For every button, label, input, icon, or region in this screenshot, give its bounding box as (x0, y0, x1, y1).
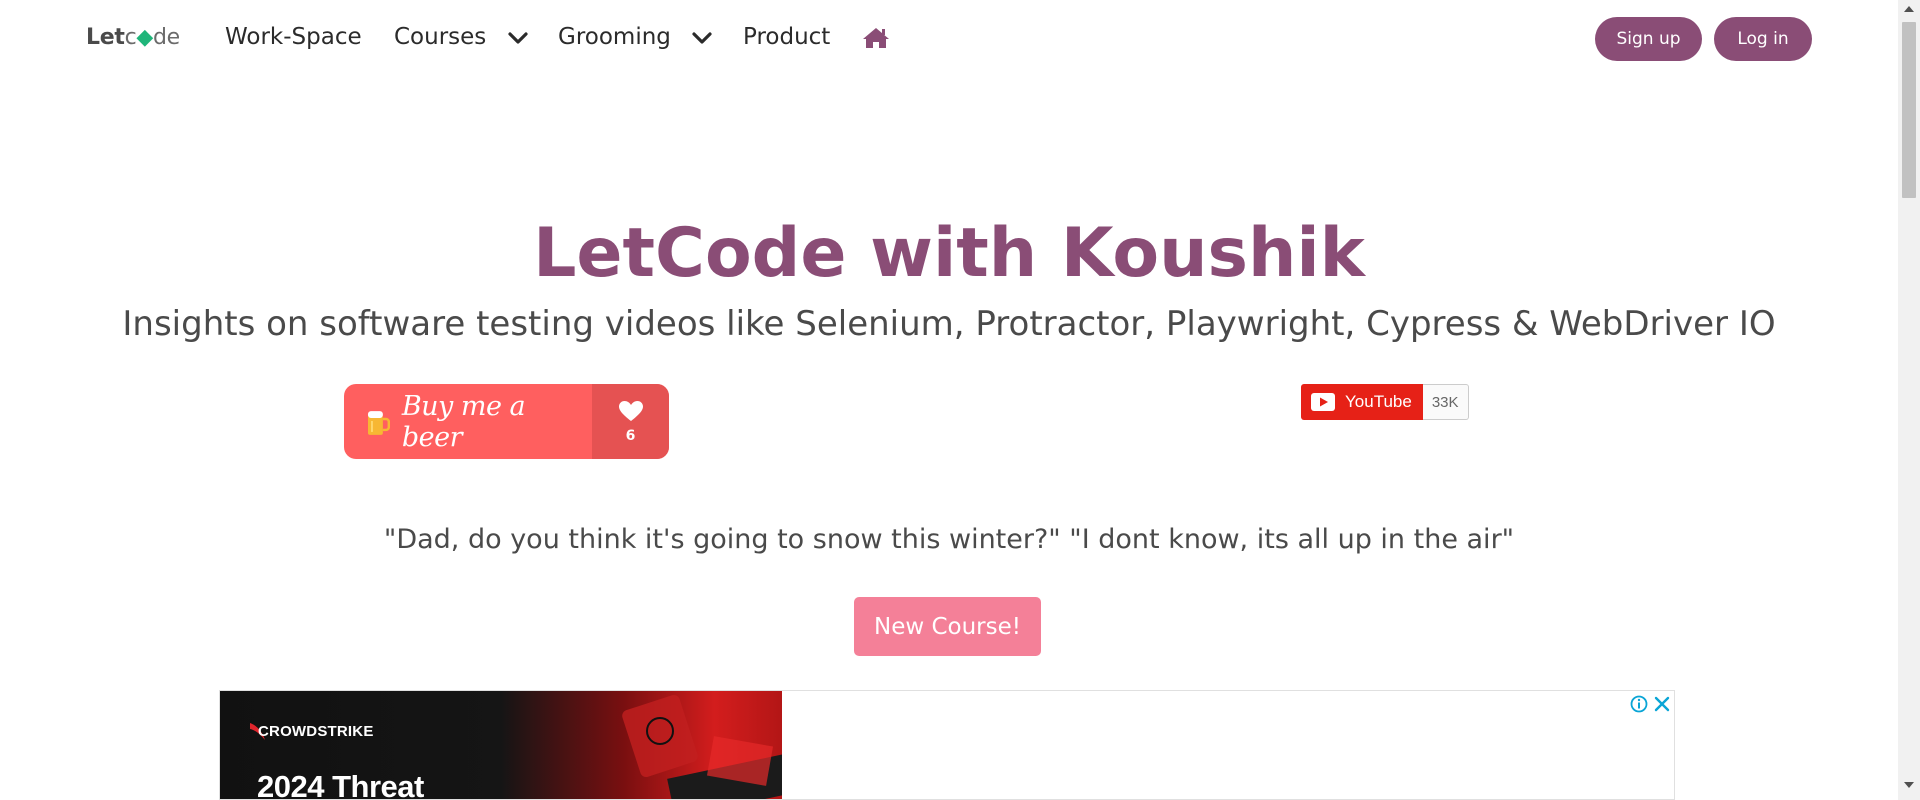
youtube-subscribe-widget: YouTube 33K (1301, 384, 1469, 420)
scroll-up-arrow-icon[interactable] (1904, 6, 1914, 12)
youtube-play-icon (1311, 393, 1335, 411)
heart-icon (618, 400, 643, 421)
advertisement-banner[interactable]: CROWDSTRIKE 2024 Threat (219, 690, 1675, 800)
buy-me-a-beer-counter: 6 (592, 384, 669, 459)
new-course-label: New Course! (874, 613, 1021, 640)
page-scrollbar[interactable] (1898, 0, 1920, 800)
home-icon[interactable] (862, 26, 890, 50)
sign-up-button[interactable]: Sign up (1595, 17, 1702, 61)
sign-up-label: Sign up (1616, 29, 1681, 49)
ad-creative[interactable]: CROWDSTRIKE 2024 Threat (220, 691, 782, 800)
ad-decoration (622, 695, 782, 799)
chevron-down-icon (507, 31, 528, 44)
nav-courses-label: Courses (394, 24, 487, 50)
nav-product-label: Product (743, 24, 831, 50)
close-icon[interactable] (1653, 695, 1671, 713)
new-course-button[interactable]: New Course! (854, 597, 1041, 656)
chevron-down-icon (692, 31, 712, 44)
log-in-button[interactable]: Log in (1714, 17, 1812, 61)
youtube-label: YouTube (1345, 392, 1412, 411)
buy-me-a-beer-main: Buy me a beer (344, 384, 592, 459)
ad-brand: CROWDSTRIKE (258, 723, 374, 740)
buy-me-a-beer-button[interactable]: Buy me a beer 6 (344, 384, 669, 459)
buy-me-a-beer-label: Buy me a beer (401, 390, 526, 453)
nav-grooming-label: Grooming (558, 24, 671, 50)
beer-mug-icon (367, 410, 390, 435)
page-title: LetCode with Koushik (533, 214, 1365, 293)
navbar: Letc◆de Work-Space Courses Grooming Prod… (0, 0, 1898, 78)
youtube-subscriber-count: 33K (1422, 384, 1469, 420)
log-in-label: Log in (1737, 29, 1789, 49)
dad-joke-text: "Dad, do you think it's going to snow th… (383, 524, 1515, 555)
letcode-logo[interactable]: Letc◆de (86, 25, 180, 50)
buy-me-a-beer-count: 6 (625, 427, 636, 444)
info-icon[interactable] (1630, 695, 1648, 713)
scrollbar-thumb[interactable] (1902, 22, 1916, 198)
youtube-subscribe-button[interactable]: YouTube (1301, 384, 1423, 420)
ad-headline: 2024 Threat (257, 769, 424, 800)
nav-work-space-label: Work-Space (225, 24, 362, 50)
page-subtitle: Insights on software testing videos like… (122, 304, 1776, 344)
nav-grooming-dropdown[interactable]: Grooming (558, 24, 712, 50)
nav-product[interactable]: Product (743, 24, 830, 50)
nav-courses-dropdown[interactable]: Courses (394, 24, 528, 50)
nav-work-space[interactable]: Work-Space (225, 24, 362, 50)
scroll-down-arrow-icon[interactable] (1904, 782, 1914, 788)
